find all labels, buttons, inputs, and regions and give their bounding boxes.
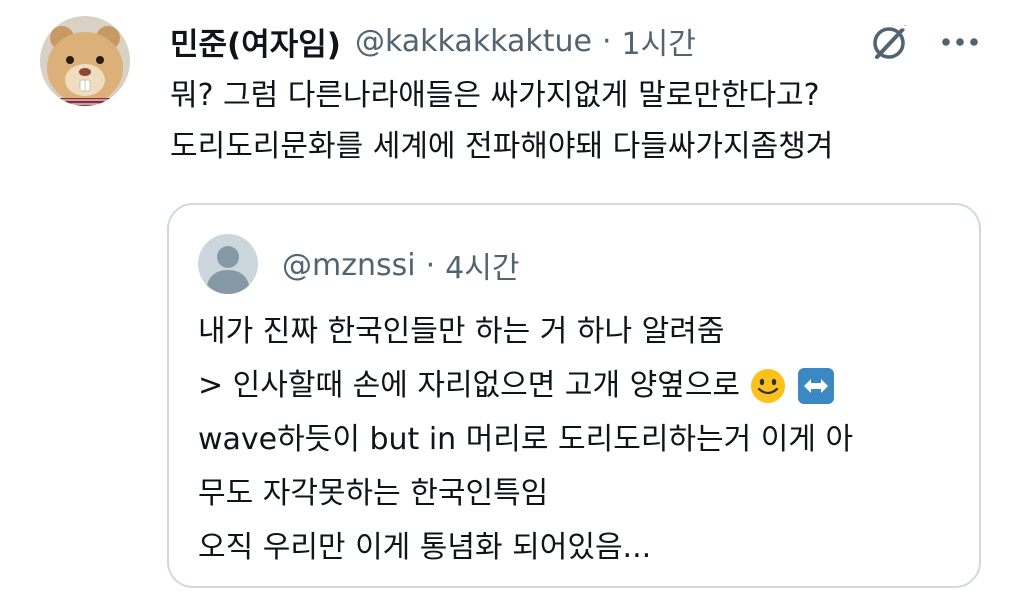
author-display-name[interactable]: 민준(여자임) xyxy=(170,19,341,64)
quoted-text-line: 내가 진짜 한국인들만 하는 거 하나 알려줌 xyxy=(198,305,958,359)
post-timestamp[interactable]: 1시간 xyxy=(622,19,696,63)
author-handle[interactable]: @kakkakkaktue xyxy=(355,24,592,59)
tweet-text: 뭐? 그럼 다른나라애들은 싸가지없게 말로만한다고? 도리도리문화를 세계에 … xyxy=(170,70,970,172)
quoted-author-avatar[interactable] xyxy=(198,234,258,294)
author-avatar[interactable] xyxy=(40,16,130,106)
quoted-text-line: 무도 자각못하는 한국인특임 xyxy=(198,467,958,521)
quoted-tweet-card[interactable]: @mznssi · 4시간 내가 진짜 한국인들만 하는 거 하나 알려줌 > … xyxy=(167,203,981,588)
slightly-smiling-face-icon xyxy=(748,366,788,406)
tweet-header: 민준(여자임) @kakkakkaktue · 1시간 xyxy=(170,18,696,64)
quoted-header-separator: · xyxy=(425,247,436,283)
tweet-text-line: 도리도리문화를 세계에 전파해야돼 다들싸가지좀챙겨 xyxy=(170,129,834,164)
more-options-button[interactable] xyxy=(938,22,982,62)
tweet: 민준(여자임) @kakkakkaktue · 1시간 뭐? 그럼 다른나라애들… xyxy=(0,0,1024,611)
quoted-text-line-content: > 인사할때 손에 자리없으면 고개 양옆으로 xyxy=(198,368,741,403)
quoted-text-line: 오직 우리만 이게 통념화 되어있음... xyxy=(198,521,958,575)
more-icon xyxy=(942,38,978,46)
quoted-text-line-content: 오직 우리만 이게 통념화 되어있음... xyxy=(198,530,652,565)
quoted-text-line: wave하듯이 but in 머리로 도리도리하는거 이게 아 xyxy=(198,413,958,467)
grok-icon xyxy=(873,25,908,59)
quoted-tweet-header: @mznssi · 4시간 xyxy=(282,243,519,287)
quoted-post-timestamp: 4시간 xyxy=(445,251,520,286)
left-right-arrow-icon xyxy=(796,366,836,406)
grok-button[interactable] xyxy=(868,20,912,64)
header-separator: · xyxy=(601,23,612,59)
quoted-author-handle[interactable]: @mznssi xyxy=(282,248,416,283)
default-avatar-icon xyxy=(198,234,258,294)
quoted-text-line-content: wave하듯이 but in 머리로 도리도리하는거 이게 아 xyxy=(198,422,854,457)
quoted-tweet-text: 내가 진짜 한국인들만 하는 거 하나 알려줌 > 인사할때 손에 자리없으면 … xyxy=(198,305,958,575)
tweet-text-line: 뭐? 그럼 다른나라애들은 싸가지없게 말로만한다고? xyxy=(170,78,820,113)
quoted-text-line-content: 무도 자각못하는 한국인특임 xyxy=(198,476,549,511)
hamster-plush-avatar-icon xyxy=(40,16,130,106)
quoted-text-line: > 인사할때 손에 자리없으면 고개 양옆으로 xyxy=(198,359,958,413)
quoted-text-line-content: 내가 진짜 한국인들만 하는 거 하나 알려줌 xyxy=(198,314,725,349)
